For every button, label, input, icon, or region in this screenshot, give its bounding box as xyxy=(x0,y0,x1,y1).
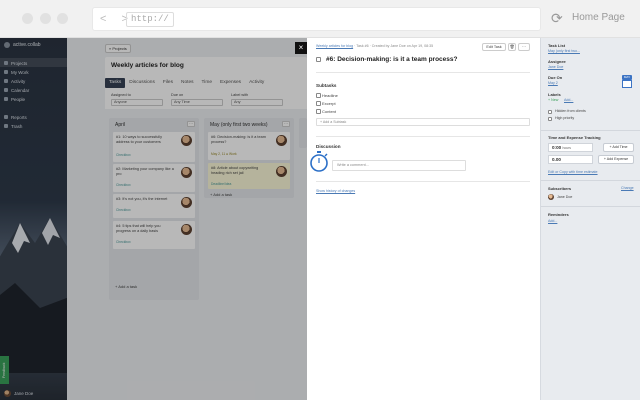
task-detail-panel: Weekly articles for blog · Task #6 · Cre… xyxy=(307,38,540,400)
high-priority-checkbox[interactable] xyxy=(548,117,552,121)
time-unit: hours xyxy=(562,146,571,150)
modal-backdrop[interactable] xyxy=(0,38,307,400)
subscriber: Jane Doe xyxy=(548,194,572,200)
task-title: #6: Decision-making: is it a team proces… xyxy=(326,56,458,63)
due-date-link[interactable]: May 2 xyxy=(548,81,558,85)
divider xyxy=(316,72,530,73)
home-page-link[interactable]: Home Page xyxy=(572,12,625,23)
address-bar[interactable]: < > http:// xyxy=(92,7,541,31)
hidden-from-clients-checkbox[interactable] xyxy=(548,110,552,114)
add-reminder-link[interactable]: Add... xyxy=(548,219,557,223)
calendar-icon[interactable] xyxy=(622,80,632,88)
window-zoom-dot[interactable] xyxy=(57,13,68,24)
add-time-button[interactable]: + Add Time xyxy=(603,143,634,152)
window-minimize-dot[interactable] xyxy=(40,13,51,24)
subtask-label: Content xyxy=(322,109,337,114)
reload-icon[interactable]: ⟳ xyxy=(551,10,563,27)
avatar xyxy=(548,194,554,200)
assignee-heading: Assignee xyxy=(548,59,566,64)
task-list-link[interactable]: May (only first two... xyxy=(548,49,580,53)
show-history-link[interactable]: Show history of changes xyxy=(316,189,355,193)
time-tracking-heading: Time and Expense Tracking xyxy=(548,135,601,140)
subtask-checkbox[interactable] xyxy=(316,109,321,114)
task-meta: Weekly articles for blog · Task #6 · Cre… xyxy=(316,44,433,48)
hidden-from-clients-label: Hidden from clients xyxy=(555,109,586,113)
subtask-checkbox[interactable] xyxy=(316,101,321,106)
subscribers-heading: Subscribers xyxy=(548,186,572,191)
add-subtask-input[interactable]: + Add a Subtask xyxy=(316,118,530,126)
task-meta-text: · Task #6 · Created by Jane Doe on Apr 1… xyxy=(353,44,434,48)
edit-task-button[interactable]: Edit Task xyxy=(482,43,506,51)
reminders-heading: Reminders xyxy=(548,212,569,217)
time-value: 0:00 xyxy=(552,145,562,150)
subtask-label: Excerpt xyxy=(322,101,336,106)
time-value-field[interactable]: 0:00 hours xyxy=(548,143,593,152)
time-estimate-link[interactable]: Edit or Copy with time estimate xyxy=(548,170,598,174)
divider xyxy=(541,130,640,131)
high-priority-label: High priority xyxy=(555,116,575,120)
browser-toolbar: < > http:// ⟳ Home Page xyxy=(0,0,640,38)
discussion-heading: Discussion xyxy=(316,144,341,149)
more-options-button[interactable]: ··· xyxy=(518,43,530,51)
task-list-heading: Task List xyxy=(548,43,566,48)
subtasks-heading: Subtasks xyxy=(316,83,337,88)
url-text[interactable]: http:// xyxy=(126,12,174,27)
divider xyxy=(316,136,530,137)
subtask-label: Headline xyxy=(322,93,338,98)
divider xyxy=(541,206,640,207)
assignee-link[interactable]: Jane Doe xyxy=(548,65,563,69)
window-close-dot[interactable] xyxy=(22,13,33,24)
add-expense-button[interactable]: + Add Expense xyxy=(598,155,634,164)
comment-input[interactable]: Write a comment... xyxy=(332,160,466,171)
divider xyxy=(316,181,530,182)
project-link[interactable]: Weekly articles for blog xyxy=(316,44,353,48)
labels-heading: Labels xyxy=(548,92,561,97)
expense-value-field[interactable]: 0.00 xyxy=(548,155,593,164)
task-complete-checkbox[interactable] xyxy=(316,57,321,62)
change-subscribers-link[interactable]: Change xyxy=(621,186,634,190)
task-details-sidebar: Task List May (only first two... Assigne… xyxy=(540,38,640,400)
trash-icon[interactable]: 🗑 xyxy=(508,43,516,51)
stopwatch-icon[interactable] xyxy=(309,151,329,173)
close-icon[interactable]: × xyxy=(295,42,307,54)
divider xyxy=(541,180,640,181)
subscriber-name: Jane Doe xyxy=(557,195,573,199)
due-heading: Due On xyxy=(548,75,563,80)
new-label[interactable]: + New xyxy=(548,98,558,102)
add-label-link[interactable]: Add... xyxy=(564,98,573,102)
subtask-checkbox[interactable] xyxy=(316,93,321,98)
